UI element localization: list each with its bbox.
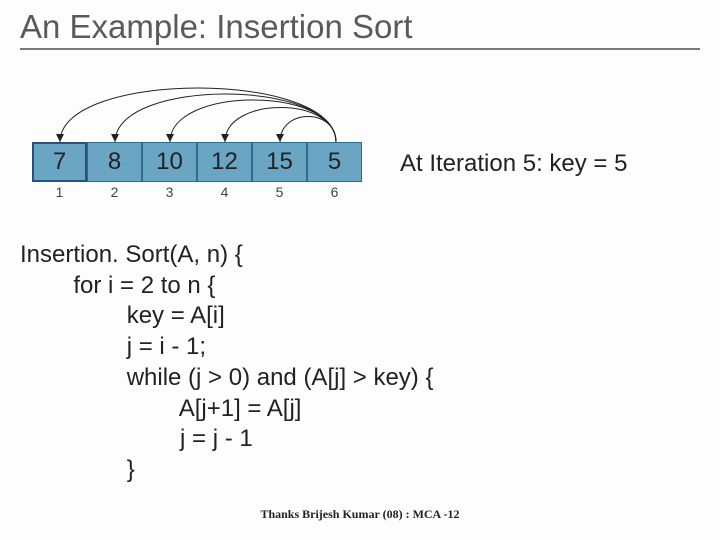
array-cell: 7 [32, 142, 87, 182]
code-line: j = j - 1 [20, 425, 253, 452]
array-row: 7 8 10 12 15 5 [32, 142, 362, 182]
iteration-label: At Iteration 5: key = 5 [400, 150, 627, 178]
array-cell: 8 [87, 142, 142, 182]
array-cell: 15 [252, 142, 307, 182]
pseudocode: Insertion. Sort(A, n) { for i = 2 to n {… [20, 240, 700, 486]
array-index: 1 [32, 184, 87, 200]
slide: An Example: Insertion Sort 7 8 10 12 [0, 0, 720, 540]
array-cell: 12 [197, 142, 252, 182]
array-index: 3 [142, 184, 197, 200]
array-index: 5 [252, 184, 307, 200]
credit-line: Thanks Brijesh Kumar (08) : MCA -12 [0, 507, 720, 522]
array-cell: 10 [142, 142, 197, 182]
code-line: for i = 2 to n { [20, 272, 215, 299]
slide-title: An Example: Insertion Sort [20, 8, 700, 50]
code-line: while (j > 0) and (A[j] > key) { [20, 364, 433, 391]
code-line: Insertion. Sort(A, n) { [20, 241, 243, 268]
code-line: } [20, 456, 135, 483]
array-index: 4 [197, 184, 252, 200]
array-index: 6 [307, 184, 362, 200]
comparison-arcs [20, 76, 380, 146]
array-visualization: 7 8 10 12 15 5 1 2 3 4 5 6 At Iteration … [20, 80, 700, 190]
code-line: j = i - 1; [20, 333, 206, 360]
code-line: key = A[i] [20, 302, 225, 329]
code-line: A[j+1] = A[j] [20, 395, 301, 422]
array-index: 2 [87, 184, 142, 200]
array-cell-key: 5 [307, 142, 362, 182]
index-row: 1 2 3 4 5 6 [32, 184, 362, 200]
